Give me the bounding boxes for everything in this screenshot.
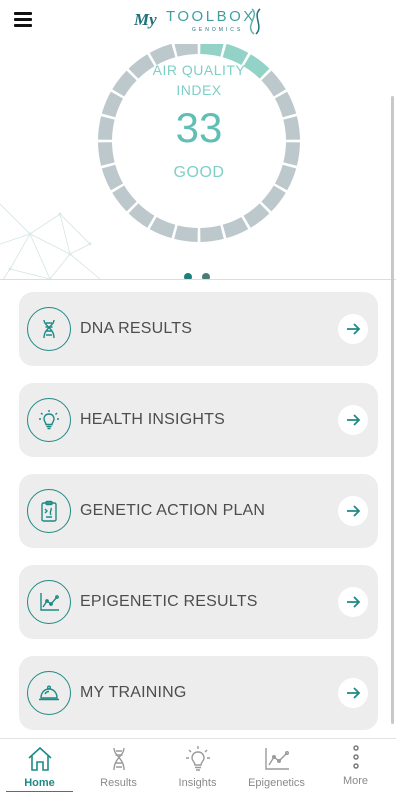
nav-label: Home: [24, 777, 55, 789]
app-header: My TOOLBOX GENOMICS: [0, 0, 396, 44]
nav-insights[interactable]: Insights: [158, 739, 237, 792]
arrow-right-icon[interactable]: [338, 678, 368, 708]
more-vertical-icon: [353, 745, 359, 769]
nav-label: Epigenetics: [248, 777, 305, 789]
nav-epigenetics[interactable]: Epigenetics: [237, 739, 316, 792]
home-icon: [28, 746, 52, 771]
dna-results-button[interactable]: DNA RESULTS: [19, 292, 378, 366]
logo-sub: GENOMICS: [192, 27, 243, 33]
dna-icon: [113, 747, 125, 771]
scrollbar[interactable]: [391, 96, 394, 724]
card-label: DNA RESULTS: [80, 320, 193, 337]
line-chart-icon: [265, 748, 290, 770]
aqi-gauge: AIR QUALITY INDEX 33 GOOD: [96, 44, 302, 244]
clipboard-icon: [27, 489, 71, 533]
aqi-status: GOOD: [173, 164, 225, 181]
nav-home[interactable]: Home: [0, 739, 79, 792]
arrow-right-icon[interactable]: [338, 405, 368, 435]
aqi-value: 33: [175, 104, 223, 151]
dna-icon: [27, 307, 71, 351]
aqi-label-line2: INDEX: [176, 82, 222, 98]
nav-label: Insights: [178, 777, 217, 789]
logo-word: TOOLBOX: [166, 8, 256, 25]
my-training-button[interactable]: MY TRAINING: [19, 656, 378, 730]
card-label: EPIGENETIC RESULTS: [80, 593, 258, 610]
lightbulb-icon: [27, 398, 71, 442]
genetic-action-plan-button[interactable]: GENETIC ACTION PLAN: [19, 474, 378, 548]
carousel-indicator: [184, 268, 220, 280]
card-label: MY TRAINING: [80, 684, 187, 701]
hamburger-menu-icon[interactable]: [14, 12, 32, 28]
arrow-right-icon[interactable]: [338, 587, 368, 617]
arrow-right-icon[interactable]: [338, 496, 368, 526]
health-insights-button[interactable]: HEALTH INSIGHTS: [19, 383, 378, 457]
nav-label: Results: [100, 777, 137, 789]
mytoolbox-logo: My TOOLBOX GENOMICS: [134, 8, 261, 35]
aqi-label: AIR QUALITY INDEX: [96, 60, 302, 100]
air-quality-carousel[interactable]: AIR QUALITY INDEX 33 GOOD: [0, 44, 396, 280]
aqi-label-line1: AIR QUALITY: [152, 62, 246, 78]
cloche-icon: [27, 671, 71, 715]
nav-more[interactable]: More: [316, 739, 395, 792]
nav-label: More: [342, 775, 369, 787]
logo-script: My: [134, 10, 157, 29]
bottom-nav: Home Results Insights Epigenetics More: [0, 738, 396, 792]
card-label: HEALTH INSIGHTS: [80, 411, 225, 428]
card-label: GENETIC ACTION PLAN: [80, 502, 266, 519]
epigenetic-results-button[interactable]: EPIGENETIC RESULTS: [19, 565, 378, 639]
arrow-right-icon[interactable]: [338, 314, 368, 344]
lightbulb-icon: [186, 746, 210, 771]
hero-divider: [0, 279, 396, 280]
nav-results[interactable]: Results: [79, 739, 158, 792]
line-chart-icon: [27, 580, 71, 624]
